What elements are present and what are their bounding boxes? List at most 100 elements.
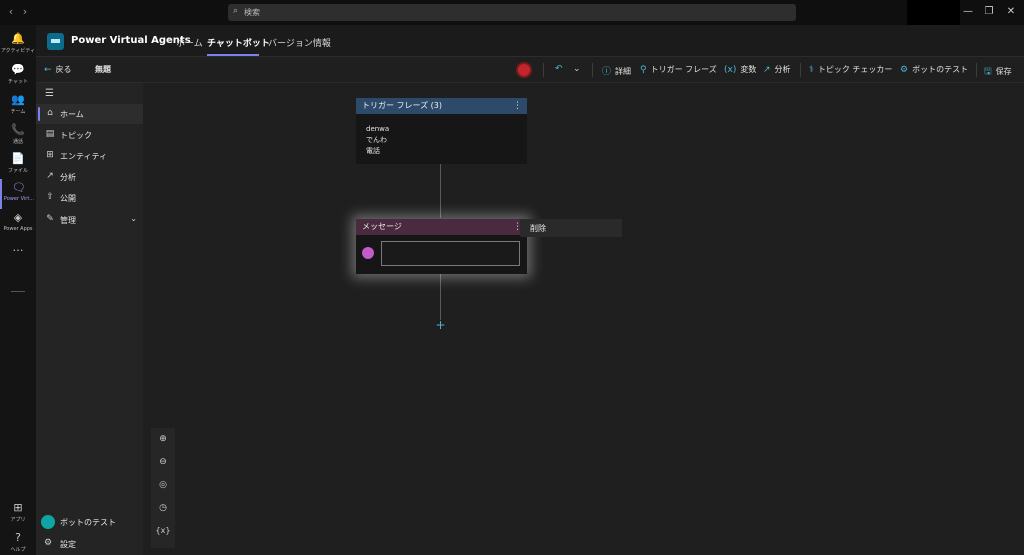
nav-item-publish[interactable]: ⇧ 公開: [36, 188, 143, 208]
trigger-phrases-button[interactable]: ⚲ トリガー フレーズ: [640, 64, 717, 75]
settings-nav[interactable]: ⚙ 設定: [36, 535, 143, 553]
settings-label: 設定: [60, 540, 76, 549]
trigger-phrase-list: denwa でんわ 電話: [356, 114, 527, 163]
app-rail: 🔔 アクティビティ 💬 チャット 👥 チーム 📞 通話 📄 ファイル 🗨 Pow…: [0, 25, 36, 555]
topic-checker-button[interactable]: ⚕ トピック チェッカー: [809, 64, 892, 75]
rail-item-power-virtual-agents[interactable]: 🗨 Power Virt...: [0, 179, 36, 209]
undo-button[interactable]: ↶: [555, 64, 567, 74]
tab-version-info[interactable]: バージョン情報: [268, 36, 331, 49]
rail-item-label: Power Apps: [3, 226, 33, 232]
help-icon: ?: [15, 531, 21, 544]
nav-item-entities[interactable]: ⊞ エンティティ: [36, 146, 143, 166]
zoom-in-icon[interactable]: ⊕: [151, 429, 175, 449]
info-icon: ⓘ: [602, 67, 612, 77]
chevron-down-icon[interactable]: ⌄: [130, 214, 137, 223]
apps-icon: ⊞: [13, 501, 23, 514]
close-icon[interactable]: ✕: [1003, 5, 1019, 19]
message-node[interactable]: メッセージ ⋮: [356, 219, 527, 274]
zoom-controls: ⊕ ⊖ ◎ ◷ {x}: [151, 428, 175, 548]
undo-dropdown[interactable]: ⌄: [573, 64, 585, 74]
trigger-phrases-node[interactable]: トリガー フレーズ (3) ⋮ denwa でんわ 電話: [356, 98, 527, 164]
node-menu-icon[interactable]: ⋮: [513, 98, 522, 114]
save-button[interactable]: 🖫 保存: [984, 64, 1012, 80]
search-placeholder: 検索: [244, 8, 260, 17]
rail-item-chat[interactable]: 💬 チャット: [0, 61, 36, 91]
nav-item-label: 管理: [60, 216, 76, 225]
rail-item-activity[interactable]: 🔔 アクティビティ: [0, 30, 36, 60]
message-text-input[interactable]: [381, 241, 520, 266]
divider: [800, 63, 801, 77]
back-nav-icon[interactable]: ‹: [4, 5, 18, 19]
maximize-icon[interactable]: ❐: [981, 5, 997, 19]
analytics-icon: ↗: [46, 171, 54, 181]
trigger-icon: ⚲: [640, 65, 647, 75]
power-apps-icon: ◈: [13, 211, 23, 224]
nav-item-analytics[interactable]: ↗ 分析: [36, 167, 143, 187]
search-box[interactable]: ⌕ 検索: [228, 4, 796, 21]
add-node-button[interactable]: +: [435, 319, 446, 331]
rail-more[interactable]: …: [0, 239, 36, 259]
history-icon[interactable]: ◷: [151, 498, 175, 518]
manage-icon: ✎: [46, 214, 54, 224]
test-bot-label: ボットのテスト: [60, 518, 116, 527]
save-icon: 🖫: [984, 67, 992, 77]
forward-nav-icon[interactable]: ›: [18, 5, 32, 19]
node-context-menu: 削除: [520, 219, 622, 237]
tab-home[interactable]: ホーム: [176, 36, 203, 49]
trigger-phrase: でんわ: [366, 136, 387, 144]
rail-item-calls[interactable]: 📞 通話: [0, 121, 36, 151]
connector-line: [440, 164, 441, 218]
minimize-icon[interactable]: —: [960, 5, 976, 19]
details-button[interactable]: ⓘ 詳細: [602, 64, 631, 77]
rail-item-teams[interactable]: 👥 チーム: [0, 91, 36, 121]
chat-icon: 💬: [11, 63, 25, 76]
rail-item-label: アプリ: [10, 517, 26, 523]
test-bot-nav[interactable]: ボットのテスト: [36, 513, 143, 531]
rail-item-help[interactable]: ? ヘルプ: [0, 529, 36, 555]
nav-item-topics[interactable]: ▤ トピック: [36, 125, 143, 145]
topic-name[interactable]: 無題: [95, 64, 111, 75]
profile-area[interactable]: [907, 0, 960, 25]
trigger-phrase: denwa: [366, 125, 390, 133]
zoom-out-icon[interactable]: ⊖: [151, 452, 175, 472]
undo-icon: ↶: [555, 64, 563, 74]
file-icon: 📄: [11, 152, 25, 165]
more-icon: …: [12, 241, 24, 254]
nav-item-home[interactable]: ⌂ ホーム: [36, 104, 143, 124]
rail-item-label: 通話: [12, 139, 23, 145]
connector-line: [440, 274, 441, 320]
variables-button[interactable]: (x) 変数: [724, 64, 756, 75]
hamburger-menu-icon[interactable]: ☰: [45, 88, 54, 99]
rail-item-files[interactable]: 📄 ファイル: [0, 150, 36, 180]
stethoscope-icon: ⚕: [809, 65, 814, 75]
node-header: メッセージ ⋮: [356, 219, 527, 235]
test-bot-button[interactable]: ⚙ ボットのテスト: [900, 64, 968, 75]
nav-item-label: トピック: [60, 131, 92, 140]
node-title: メッセージ: [362, 222, 402, 231]
home-icon: ⌂: [47, 108, 53, 118]
delete-menu-item[interactable]: 削除: [530, 223, 546, 234]
topic-icon: ▤: [45, 129, 55, 139]
variables-icon[interactable]: {x}: [151, 521, 175, 541]
rail-item-power-apps[interactable]: ◈ Power Apps: [0, 209, 36, 239]
analytics-icon: ↗: [763, 65, 771, 75]
recenter-icon[interactable]: ◎: [151, 475, 175, 495]
back-button[interactable]: ← 戻る: [44, 64, 72, 75]
rail-item-label: Power Virt...: [3, 196, 35, 202]
rail-item-apps[interactable]: ⊞ アプリ: [0, 499, 36, 529]
tab-chatbot[interactable]: チャットボット: [207, 36, 270, 49]
left-nav-panel: ☰ ⌂ ホーム ▤ トピック ⊞ エンティティ ↗ 分析 ⇧ 公開 ✎ 管理 ⌄…: [36, 83, 143, 555]
rail-item-label: ヘルプ: [10, 547, 26, 553]
message-icon: [362, 247, 374, 259]
power-virtual-agents-logo: [47, 33, 64, 50]
title-bar: ‹ › ⌕ 検索 — ❐ ✕: [0, 0, 1024, 25]
error-indicator-icon[interactable]: [518, 64, 530, 76]
teams-icon: 👥: [11, 93, 25, 106]
authoring-canvas[interactable]: トリガー フレーズ (3) ⋮ denwa でんわ 電話 メッセージ ⋮ 削除 …: [143, 83, 1024, 555]
nav-item-manage[interactable]: ✎ 管理 ⌄: [36, 210, 143, 230]
divider: [976, 63, 977, 77]
bot-icon: ⚙: [900, 65, 909, 75]
entity-icon: ⊞: [46, 150, 54, 160]
analytics-button[interactable]: ↗ 分析: [763, 64, 791, 75]
arrow-left-icon: ←: [44, 65, 52, 75]
